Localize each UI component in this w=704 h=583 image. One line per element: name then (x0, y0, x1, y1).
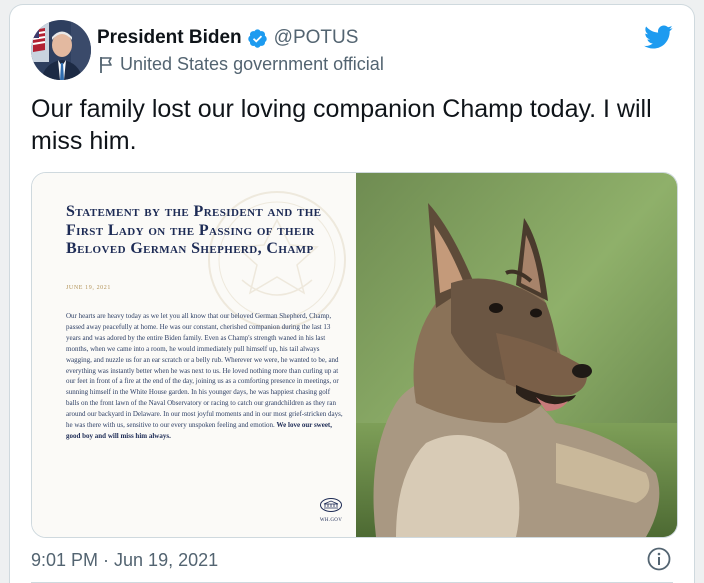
display-name[interactable]: President Biden (97, 27, 242, 49)
affiliation-label: United States government official (120, 54, 384, 74)
wh-logo-text: WH.GOV (319, 518, 343, 523)
avatar[interactable] (31, 20, 91, 80)
statement-title: Statement by the President and the First… (66, 203, 322, 257)
wh-logo: WH.GOV (316, 498, 346, 523)
white-house-icon (320, 498, 342, 512)
tweet-card: President Biden @POTUS United States gov… (9, 4, 695, 583)
verified-badge-icon (247, 28, 267, 48)
statement-date: JUNE 19, 2021 (66, 285, 111, 291)
media-attachment[interactable]: Statement by the President and the First… (31, 172, 678, 538)
twitter-bird-icon[interactable] (643, 22, 673, 52)
info-icon[interactable] (646, 546, 672, 572)
tweet-timestamp[interactable]: 9:01 PM · Jun 19, 2021 (31, 550, 218, 571)
flag-icon (100, 56, 112, 73)
statement-body-text: Our hearts are heavy today as we let you… (66, 312, 343, 430)
tweet-text: Our family lost our loving companion Cha… (31, 95, 652, 155)
handle[interactable]: @POTUS (274, 27, 359, 49)
statement-image: Statement by the President and the First… (32, 173, 356, 537)
statement-body: Our hearts are heavy today as we let you… (66, 311, 343, 442)
champ-dog-photo (356, 173, 677, 537)
